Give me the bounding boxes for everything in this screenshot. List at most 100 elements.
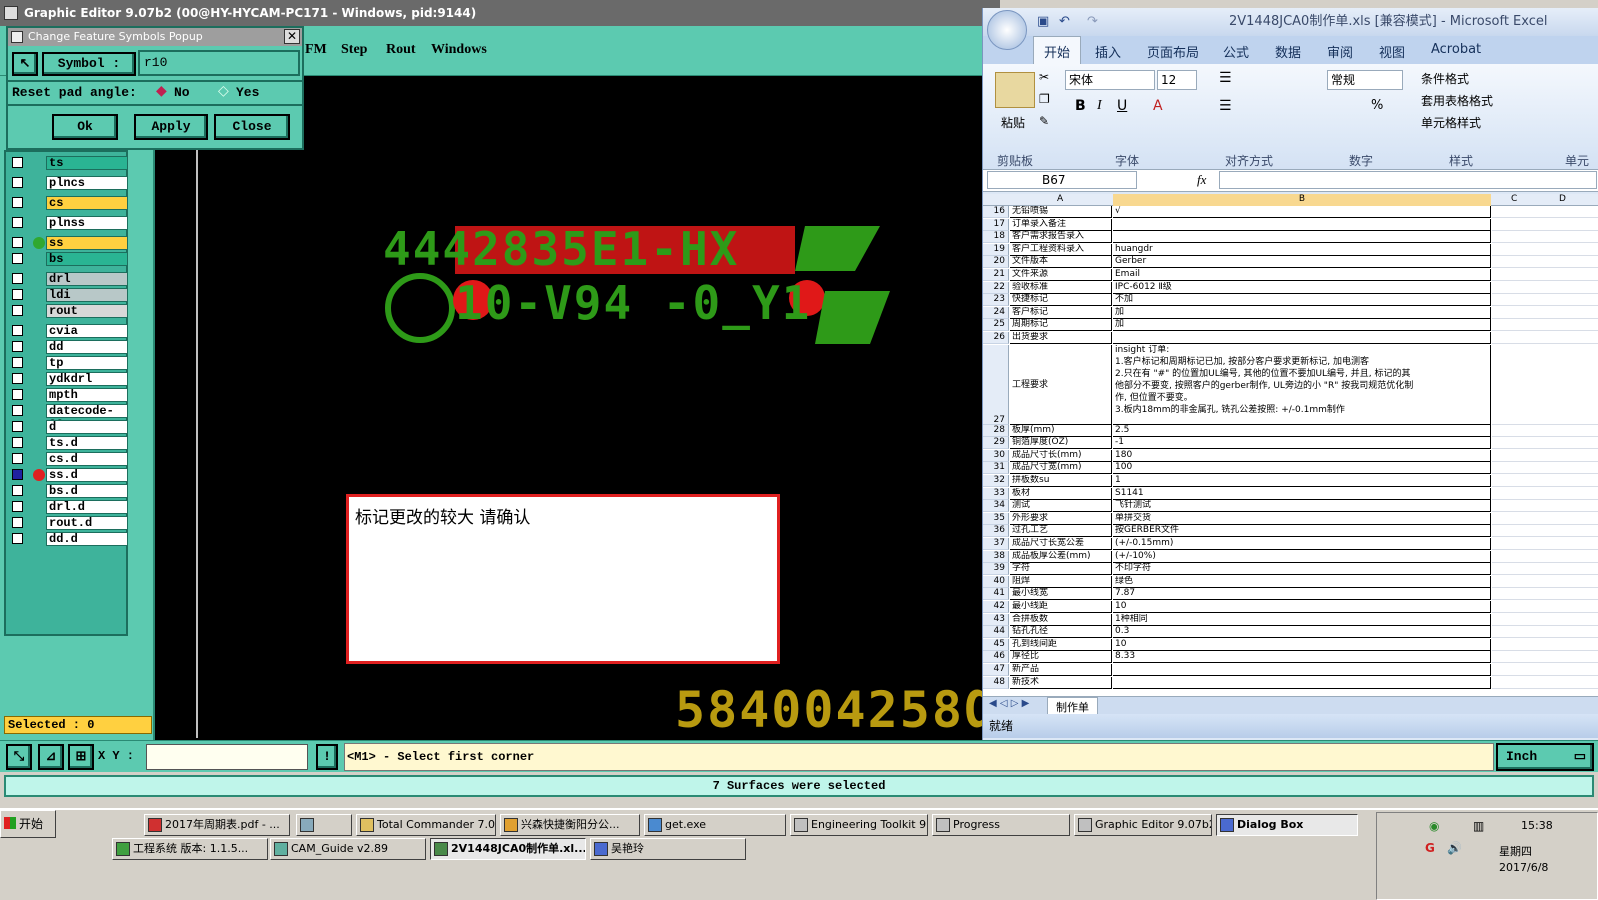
ok-button[interactable]: Ok [52, 114, 118, 140]
cell-b[interactable]: 加 [1113, 319, 1491, 332]
redo-icon[interactable]: ↷ [1087, 8, 1098, 36]
name-box[interactable]: B67 [987, 171, 1137, 189]
row-number[interactable]: 16 [983, 206, 1009, 218]
layer-row-d[interactable]: d [10, 420, 128, 434]
cell-b[interactable]: 飞针测试 [1113, 500, 1491, 513]
cell-b[interactable]: 2.5 [1113, 424, 1491, 437]
tab-acrobat[interactable]: Acrobat [1431, 42, 1481, 57]
cell-c[interactable] [1492, 231, 1598, 244]
align-left-icon[interactable]: ☰ [1219, 98, 1232, 114]
cell-a[interactable]: 最小线宽 [1010, 588, 1112, 601]
clock-time[interactable]: 15:38 [1521, 819, 1553, 832]
taskbar-button[interactable]: Total Commander 7.0... [356, 814, 496, 836]
cell-b[interactable]: 8.33 [1113, 651, 1491, 664]
layer-checkbox[interactable] [12, 485, 23, 496]
save-icon[interactable]: ▣ [1037, 8, 1049, 36]
layer-row-drl[interactable]: drl [10, 272, 128, 286]
cell-a[interactable]: 成品板厚公差(mm) [1010, 550, 1112, 563]
radio-yes-label[interactable]: Yes [236, 85, 259, 100]
layer-label[interactable]: dd [46, 340, 128, 354]
radio-no-icon[interactable]: ◆ [156, 83, 167, 99]
layer-label[interactable]: tp [46, 356, 128, 370]
cell-b[interactable] [1113, 231, 1491, 244]
cell-b[interactable]: 加 [1113, 306, 1491, 319]
menu-windows[interactable]: Windows [431, 42, 487, 58]
layer-row-ldi[interactable]: ldi [10, 288, 128, 302]
cursor-select-icon[interactable]: ↖ [12, 52, 38, 76]
row-number[interactable]: 43 [983, 613, 1009, 626]
taskbar-button[interactable]: 兴森快捷衡阳分公... [500, 814, 640, 836]
layer-label[interactable]: plnss [46, 216, 128, 230]
row-number[interactable]: 26 [983, 332, 1009, 344]
layer-row-bs[interactable]: bs [10, 252, 128, 266]
cell-a[interactable]: 铜箔厚度(OZ) [1010, 437, 1112, 450]
row-number[interactable]: 39 [983, 563, 1009, 576]
row-number[interactable]: 28 [983, 424, 1009, 437]
cell-c[interactable] [1492, 576, 1598, 588]
symbol-button[interactable]: Symbol : [42, 52, 136, 76]
row-number[interactable]: 17 [983, 218, 1009, 231]
cell-c[interactable] [1492, 626, 1598, 639]
layer-row-dd[interactable]: dd [10, 340, 128, 354]
layer-label[interactable]: mpth [46, 388, 128, 402]
taskbar-button[interactable]: Dialog Box [1216, 814, 1358, 836]
cell-a[interactable]: 订单录入备注 [1010, 218, 1112, 231]
cell-c[interactable] [1492, 525, 1598, 538]
unit-selector[interactable]: Inch ▭ [1496, 743, 1594, 771]
underline-icon[interactable]: U [1117, 98, 1127, 114]
layer-checkbox[interactable] [12, 305, 23, 316]
italic-icon[interactable]: I [1097, 98, 1102, 114]
layer-label[interactable]: cs [46, 196, 128, 210]
cell-c[interactable] [1492, 500, 1598, 513]
sheet-nav-icon[interactable]: ◀ ◁ ▷ ▶ [989, 698, 1029, 709]
row-number[interactable]: 33 [983, 487, 1009, 500]
row-number[interactable]: 35 [983, 512, 1009, 525]
taskbar-button[interactable]: CAM_Guide v2.89 [270, 838, 426, 860]
fx-icon[interactable]: fx [1197, 172, 1206, 188]
popup-title-bar[interactable]: Change Feature Symbols Popup ✕ [8, 28, 302, 46]
layer-row-tp[interactable]: tp [10, 356, 128, 370]
cell-a[interactable]: 无铅喷锡 [1010, 206, 1112, 218]
cell-b[interactable]: 不印字符 [1113, 563, 1491, 576]
font-name-select[interactable]: 宋体 [1065, 70, 1155, 90]
close-button[interactable]: Close [214, 114, 290, 140]
cell-b[interactable]: S1141 [1113, 487, 1491, 500]
tab-page-layout[interactable]: 页面布局 [1147, 42, 1199, 61]
taskbar-button[interactable]: 吴艳玲 [590, 838, 746, 860]
cell-c[interactable] [1492, 538, 1598, 550]
layer-checkbox[interactable] [12, 253, 23, 264]
cell-b[interactable]: 180 [1113, 449, 1491, 462]
layer-label[interactable]: drl.d [46, 500, 128, 514]
layer-row-bs.d[interactable]: bs.d [10, 484, 128, 498]
tray-icon-g[interactable]: G [1425, 841, 1435, 855]
layer-label[interactable]: d [46, 420, 128, 434]
layer-checkbox[interactable] [12, 325, 23, 336]
office-button-icon[interactable] [987, 10, 1027, 50]
cell-a[interactable]: 客户需求报告录入 [1010, 231, 1112, 244]
start-button[interactable]: 开始 [0, 810, 56, 838]
layer-checkbox[interactable] [12, 357, 23, 368]
layer-row-plncs[interactable]: plncs [10, 176, 128, 190]
col-b[interactable]: B [1113, 194, 1491, 206]
tab-data[interactable]: 数据 [1275, 42, 1301, 61]
row-number[interactable]: 37 [983, 538, 1009, 550]
layer-label[interactable]: ss.d [46, 468, 128, 482]
close-icon[interactable]: ✕ [284, 29, 300, 44]
paste-label[interactable]: 粘贴 [1001, 114, 1025, 131]
format-painter-icon[interactable]: ✎ [1039, 114, 1049, 128]
cell-a[interactable]: 快捷标记 [1010, 294, 1112, 307]
formula-input[interactable] [1219, 171, 1597, 189]
row-number[interactable]: 29 [983, 437, 1009, 450]
cell-c[interactable] [1492, 664, 1598, 676]
cell-b[interactable]: 10 [1113, 638, 1491, 651]
layer-row-cvia[interactable]: cvia [10, 324, 128, 338]
row-number[interactable]: 27 [983, 344, 1009, 425]
layer-label[interactable]: cs.d [46, 452, 128, 466]
cell-c[interactable] [1492, 450, 1598, 462]
info-icon[interactable]: ! [316, 744, 338, 770]
cell-a[interactable]: 成品尺寸长(mm) [1010, 449, 1112, 462]
cell-b[interactable]: 7.87 [1113, 588, 1491, 601]
row-number[interactable]: 34 [983, 500, 1009, 513]
layer-checkbox[interactable] [12, 437, 23, 448]
taskbar-button[interactable]: Engineering Toolkit 9.... [790, 814, 928, 836]
